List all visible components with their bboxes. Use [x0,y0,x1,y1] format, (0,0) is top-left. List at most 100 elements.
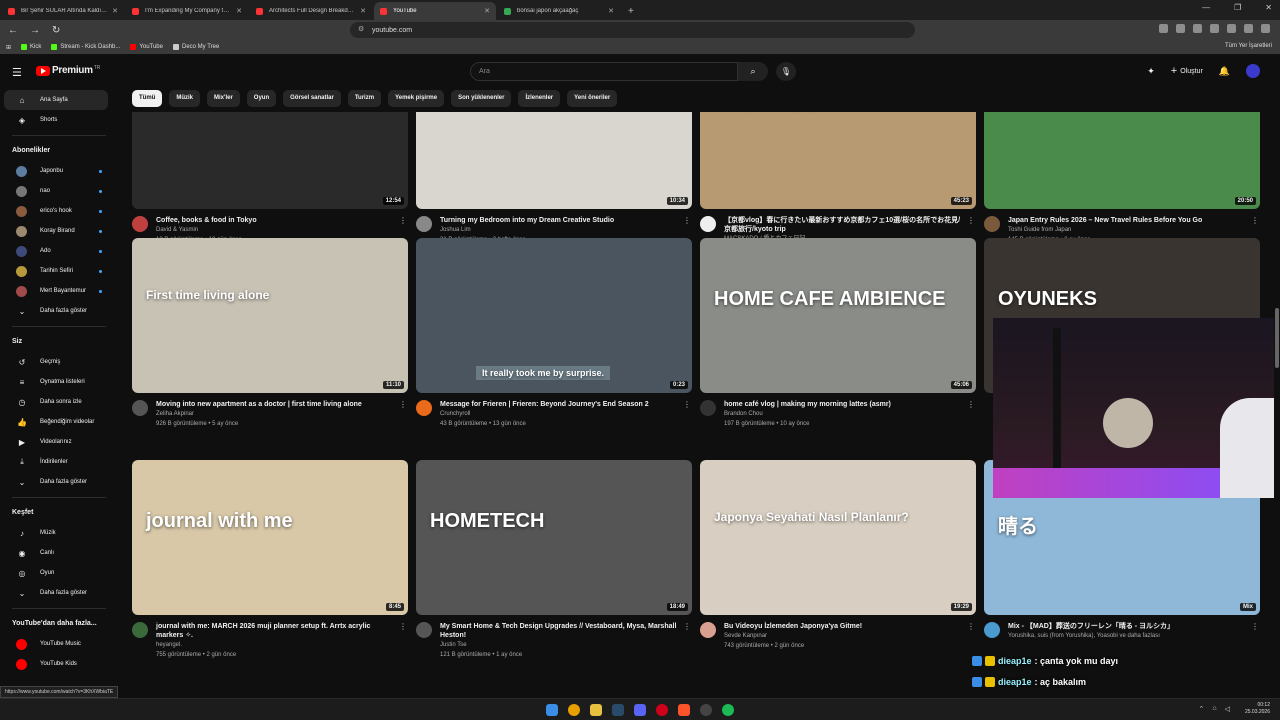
apps-icon[interactable]: ⊞ [6,44,11,51]
obs-icon[interactable] [656,704,668,716]
file-explorer-icon[interactable] [590,704,602,716]
chevron-up-icon[interactable]: ⌃ [1199,705,1205,713]
bookmark-item[interactable]: Kick [21,44,41,50]
video-title[interactable]: Message for Frieren | Frieren: Beyond Jo… [440,400,682,409]
notifications-bell-icon[interactable]: 🔔 [1219,66,1230,77]
channel-name[interactable]: heyangel. [156,640,398,650]
channel-avatar[interactable] [132,400,148,416]
video-card[interactable]: First time living alone 11:10 Moving into … [132,238,408,429]
channel-avatar[interactable] [132,216,148,232]
search-button[interactable]: ⌕ [738,62,768,81]
more-actions-icon[interactable]: ⋮ [682,622,692,660]
video-title[interactable]: Moving into new apartment as a doctor | … [156,400,398,409]
discord-icon[interactable] [634,704,646,716]
channel-name[interactable]: Joshua Lim [440,225,682,235]
channel-name[interactable]: Justin Tse [440,640,682,650]
volume-icon[interactable]: ◁ [1225,705,1230,713]
bookmark-item[interactable]: YouTube [130,44,163,50]
scrollbar-thumb[interactable] [1275,308,1279,368]
channel-name[interactable]: Yorushika, suis (from Yorushika), Yoasob… [1008,631,1250,641]
close-icon[interactable]: ✕ [1265,3,1272,12]
reload-icon[interactable]: ↻ [52,25,66,36]
video-thumbnail[interactable]: 20:50 [984,112,1260,209]
back-icon[interactable]: ← [8,25,22,36]
subscription-item[interactable]: Ado [4,241,110,261]
video-card[interactable]: journal with me 8:45 journal with me: MARC… [132,460,408,660]
video-thumbnail[interactable]: HOMETECH 18:49 [416,460,692,615]
subscription-item[interactable]: Tarihin Sefiri [4,261,110,281]
start-icon[interactable] [546,704,558,716]
channel-avatar[interactable] [416,622,432,638]
browser-tab[interactable]: Architects Full Design Breakdown of ✕ [250,2,372,20]
filter-chip[interactable]: Tümü [132,90,163,107]
browser-tab[interactable]: bonsai japon akçaağaç ✕ [498,2,620,20]
minimize-icon[interactable]: — [1202,3,1210,12]
filter-chip[interactable]: Görsel sanatlar [283,90,341,107]
video-card[interactable]: HOMETECH 18:49 My Smart Home & Tech Design… [416,460,692,660]
sidebar-item[interactable]: 👍 Beğendiğim videolar [4,412,110,432]
subscription-item[interactable]: nao [4,181,110,201]
video-title[interactable]: Japan Entry Rules 2026 – New Travel Rule… [1008,216,1250,225]
brave-icon[interactable] [678,704,690,716]
channel-avatar[interactable] [132,622,148,638]
channel-name[interactable]: Sevde Kanpınar [724,631,966,641]
url-field[interactable]: ⚙ youtube.com [350,22,915,38]
more-actions-icon[interactable]: ⋮ [398,400,408,429]
sidebar-item[interactable]: ▶ Videolarınız [4,432,110,452]
spotify-icon[interactable] [722,704,734,716]
subscription-item[interactable]: Koray Birand [4,221,110,241]
tab-close-icon[interactable]: ✕ [112,7,118,15]
tab-close-icon[interactable]: ✕ [236,7,242,15]
show-more-button[interactable]: ⌄ Daha fazla göster [4,472,110,492]
sidebar-item[interactable]: ⌂ Ana Sayfa [4,90,108,110]
filter-chip[interactable]: Yemek pişirme [388,90,445,107]
channel-avatar[interactable] [700,622,716,638]
more-actions-icon[interactable]: ⋮ [966,622,976,651]
more-actions-icon[interactable]: ⋮ [682,400,692,429]
all-bookmarks-button[interactable]: Tüm Yer İşaretleri [1225,43,1272,49]
sidebar-item[interactable]: ◈ Shorts [4,110,110,130]
video-card[interactable]: It really took me by surprise. 0:23 Messag… [416,238,692,429]
extension-icon[interactable] [1176,24,1185,33]
show-more-button[interactable]: ⌄ Daha fazla göster [4,301,110,321]
system-clock[interactable]: 00:12 25.03.2026 [1245,702,1270,716]
channel-avatar[interactable] [416,400,432,416]
show-more-button[interactable]: ⌄ Daha fazla göster [4,583,110,603]
channel-avatar[interactable] [984,622,1000,638]
more-actions-icon[interactable]: ⋮ [1250,622,1260,641]
maximize-icon[interactable]: ❐ [1234,3,1241,12]
video-title[interactable]: Turning my Bedroom into my Dream Creativ… [440,216,682,225]
filter-chip[interactable]: Oyun [246,90,277,107]
channel-name[interactable]: Toshi Guide from Japan [1008,225,1250,235]
site-info-icon[interactable]: ⚙ [358,25,364,33]
channel-name[interactable]: Zeliha Akpinar [156,409,398,419]
video-title[interactable]: Bu Videoyu İzlemeden Japonya'ya Gitme! [724,622,966,631]
subscription-item[interactable]: Mert Bayantemur [4,281,110,301]
video-thumbnail[interactable]: 最新・京都カフェ10選45:23 [700,112,976,209]
forward-icon[interactable]: → [30,25,44,36]
more-actions-icon[interactable]: ⋮ [966,400,976,429]
account-avatar[interactable] [1246,64,1260,78]
filter-chip[interactable]: Turizm [347,90,382,107]
video-thumbnail[interactable]: 10:34 [416,112,692,209]
video-thumbnail[interactable]: journal with me 8:45 [132,460,408,615]
page-scrollbar[interactable] [1274,88,1280,698]
channel-avatar[interactable] [700,400,716,416]
video-title[interactable]: home café vlog | making my morning latte… [724,400,966,409]
sidebar-item[interactable]: ⤓ İndirilenler [4,452,110,472]
sidebar-item[interactable]: ↺ Geçmiş [4,352,110,372]
video-title[interactable]: My Smart Home & Tech Design Upgrades // … [440,622,682,640]
filter-chip[interactable]: Müzik [169,90,201,107]
video-card[interactable]: Japonya Seyahati Nasıl Planlanır? 19:29 Bu… [700,460,976,651]
video-card[interactable]: HOME CAFE AMBIENCE 45:06 home café vlog | … [700,238,976,429]
video-thumbnail[interactable]: Japonya Seyahati Nasıl Planlanır? 19:29 [700,460,976,615]
sidebar-item[interactable]: ≡ Oynatma listeleri [4,372,110,392]
subscriptions-heading[interactable]: Abonelikler [0,141,118,161]
youtube-logo[interactable]: Premium TR [36,65,100,76]
voice-search-button[interactable]: 🎙 [776,62,796,81]
video-title[interactable]: journal with me: MARCH 2026 muji planner… [156,622,398,640]
sidebar-item[interactable]: ♪ Müzik [4,523,110,543]
network-icon[interactable]: ⌂ [1212,705,1216,713]
channel-name[interactable]: David & Yasmin [156,225,398,235]
channel-avatar[interactable] [984,216,1000,232]
